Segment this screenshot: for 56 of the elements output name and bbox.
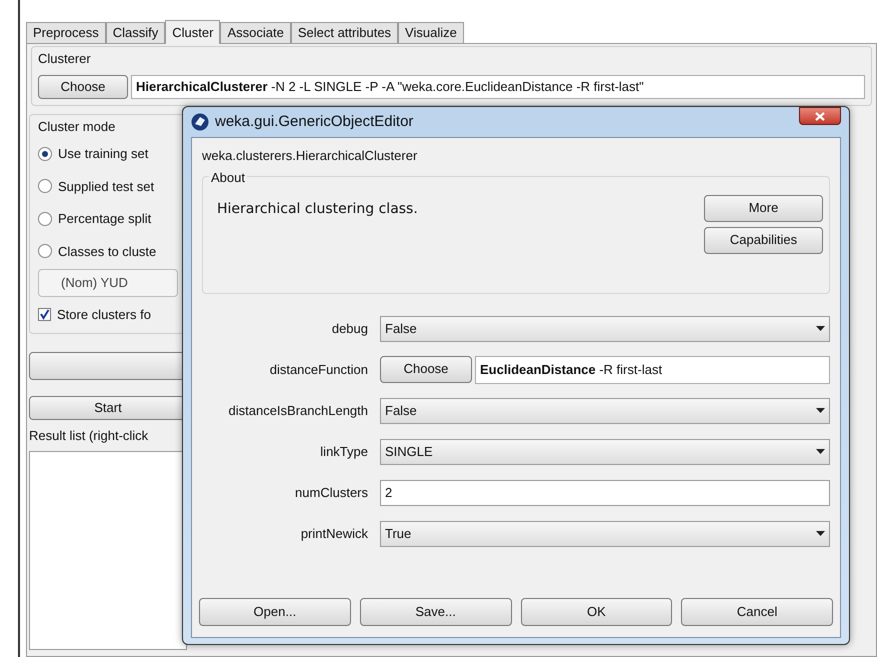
tab[interactable]: Associate [220, 22, 291, 43]
tab[interactable]: Cluster [165, 20, 220, 44]
property-label: distanceIsBranchLength [228, 402, 368, 420]
dropdown-value: False [385, 402, 418, 420]
dialog-title: weka.gui.GenericObjectEditor [215, 112, 414, 132]
dropdown[interactable]: False [380, 316, 830, 342]
dialog-button[interactable]: Save... [360, 598, 512, 626]
dropdown-value: True [385, 524, 412, 543]
tab[interactable]: Select attributes [290, 22, 398, 43]
radio-button[interactable] [38, 179, 52, 194]
close-icon [815, 112, 825, 120]
dropdown[interactable]: True [380, 520, 830, 546]
radio-button[interactable] [38, 244, 52, 258]
app-icon [191, 113, 209, 131]
property-label: linkType [319, 442, 368, 461]
property-label: distanceFunction [268, 360, 368, 379]
group-title: Clusterer [38, 50, 92, 68]
distance-function-field[interactable]: EuclideanDistance -R first-last [475, 356, 830, 384]
class-name: weka.clusterers.HierarchicalClusterer [202, 147, 418, 165]
radio-label: Use training set [58, 145, 148, 163]
tab[interactable]: Preprocess [26, 22, 106, 43]
dropdown-arrow-icon [816, 449, 825, 454]
class-dropdown[interactable]: (Nom) YUD [38, 269, 178, 297]
dropdown-value: SINGLE [385, 442, 434, 461]
property-label: debug [330, 320, 368, 338]
checkbox[interactable] [38, 308, 51, 322]
dropdown-value: False [385, 320, 418, 338]
property-label: numClusters [294, 484, 368, 502]
property-label: printNewick [300, 524, 368, 543]
dialog-button[interactable]: More [704, 194, 823, 222]
tab[interactable]: Classify [106, 22, 166, 43]
radio-label: Supplied test set [58, 178, 154, 196]
radio-label: Classes to cluste [58, 242, 156, 260]
radio-label: Percentage split [58, 210, 152, 228]
group-title: Cluster mode [38, 118, 116, 136]
dropdown[interactable]: SINGLE [380, 438, 830, 464]
close-button[interactable] [799, 107, 841, 125]
result-list[interactable] [29, 451, 187, 650]
dialog-button[interactable]: Capabilities [704, 226, 823, 254]
radio-button[interactable] [38, 212, 52, 226]
dropdown[interactable]: False [380, 398, 830, 424]
checkbox-label: Store clusters fo [57, 306, 151, 324]
input-field[interactable]: 2 [380, 480, 830, 506]
dropdown-arrow-icon [816, 408, 825, 413]
result-list-title: Result list (right-click [29, 426, 150, 445]
choose-button[interactable]: Choose [38, 74, 128, 98]
tab[interactable]: Visualize [398, 22, 464, 43]
dropdown-arrow-icon [816, 326, 825, 331]
radio-button[interactable] [38, 146, 52, 161]
about-text: Hierarchical clustering class. [217, 200, 418, 218]
dialog-button[interactable]: OK [520, 598, 672, 626]
dropdown-arrow-icon [816, 531, 825, 536]
dialog-button[interactable]: Cancel [681, 598, 833, 626]
clusterer-field[interactable]: HierarchicalClusterer -N 2 -L SINGLE -P -A "weka.core.EuclideanDistance -R first-last" [131, 74, 865, 98]
choose-button[interactable]: Choose [380, 356, 472, 382]
dialog-button[interactable]: Open... [199, 598, 351, 626]
